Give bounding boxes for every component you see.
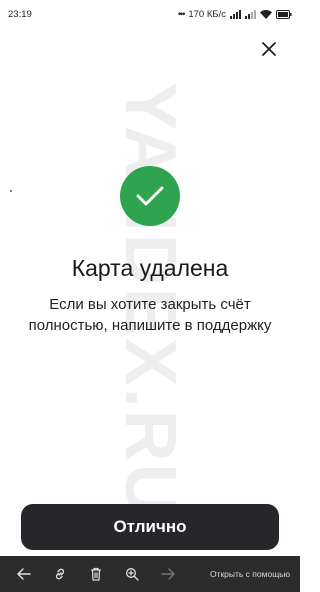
ok-button[interactable]: Отлично — [21, 504, 279, 550]
checkmark-icon — [136, 186, 164, 206]
status-time: 23:19 — [8, 8, 32, 20]
network-speed: 170 КБ/с — [188, 8, 226, 20]
dialog-message: Если вы хотите закрыть счёт полностью, н… — [28, 296, 272, 334]
wifi-icon — [260, 9, 272, 19]
zoom-button[interactable] — [114, 556, 150, 592]
open-with-button[interactable]: Открыть с помощью — [210, 569, 294, 579]
forward-button[interactable] — [150, 556, 186, 592]
status-bar: 23:19 ••• 170 КБ/с — [0, 0, 300, 28]
link-button[interactable] — [42, 556, 78, 592]
close-button[interactable] — [258, 38, 280, 60]
overflow-dots-icon: ••• — [177, 9, 186, 19]
zoom-in-icon — [126, 568, 139, 581]
signal-icon — [230, 9, 241, 19]
dialog-title: Карта удалена — [71, 255, 229, 281]
signal-icon — [245, 9, 256, 19]
status-indicators: ••• 170 КБ/с — [178, 9, 292, 20]
stray-dot — [10, 190, 12, 192]
bottom-toolbar: Открыть с помощью — [0, 556, 300, 592]
check-circle-icon — [120, 166, 180, 226]
battery-icon — [276, 9, 292, 19]
back-arrow-icon — [17, 568, 31, 580]
link-icon — [55, 568, 65, 580]
close-icon — [262, 42, 276, 56]
delete-button[interactable] — [78, 556, 114, 592]
back-button[interactable] — [6, 556, 42, 592]
trash-icon — [91, 567, 101, 581]
forward-arrow-icon — [161, 568, 175, 580]
